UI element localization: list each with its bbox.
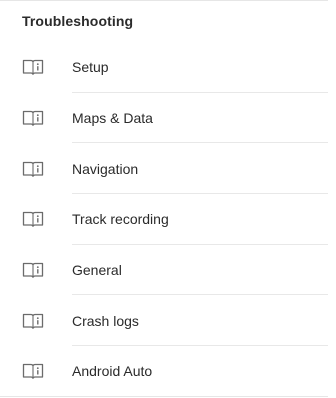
list-item-general[interactable]: General [0, 245, 336, 296]
list-item-navigation[interactable]: Navigation [0, 143, 336, 195]
book-info-icon [22, 312, 44, 330]
troubleshooting-list: Setup Maps & Data Navigation Track recor… [0, 42, 336, 397]
book-info-icon [22, 261, 44, 279]
list-item-android-auto[interactable]: Android Auto [0, 346, 336, 397]
list-item-setup[interactable]: Setup [0, 42, 336, 93]
list-item-label: Android Auto [72, 363, 153, 380]
book-info-icon [22, 362, 44, 380]
book-info-icon [22, 160, 44, 178]
list-item-crash-logs[interactable]: Crash logs [0, 295, 336, 347]
book-info-icon [22, 58, 44, 76]
list-item-label: Navigation [72, 160, 139, 177]
section-title: Troubleshooting [22, 13, 134, 29]
book-info-icon [22, 210, 44, 228]
top-divider [0, 0, 328, 1]
list-item-label: Maps & Data [72, 110, 153, 127]
list-item-maps-data[interactable]: Maps & Data [0, 93, 336, 144]
list-item-label: Crash logs [72, 312, 139, 329]
book-info-icon [22, 109, 44, 127]
bottom-divider [0, 396, 328, 397]
list-item-track-recording[interactable]: Track recording [0, 194, 336, 245]
list-item-label: Track recording [72, 211, 169, 228]
list-item-label: Setup [72, 59, 109, 76]
list-item-label: General [72, 262, 122, 279]
